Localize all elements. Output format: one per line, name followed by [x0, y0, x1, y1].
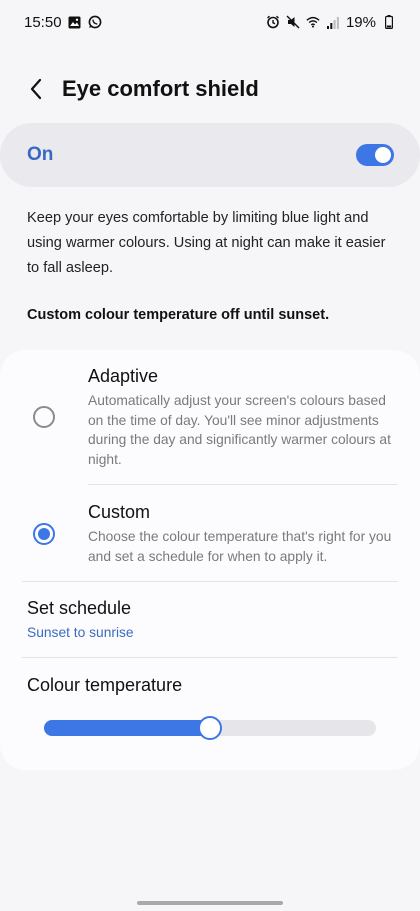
set-schedule-value: Sunset to sunrise: [27, 625, 134, 640]
set-schedule-row[interactable]: Set schedule Sunset to sunrise: [27, 598, 399, 640]
colour-temperature-row: Colour temperature: [27, 675, 399, 696]
home-indicator[interactable]: [137, 901, 283, 905]
status-right: 19%: [266, 14, 396, 31]
status-left: 15:50: [24, 14, 102, 31]
feature-description: Keep your eyes comfortable by limiting b…: [27, 210, 386, 276]
toggle-label: On: [27, 144, 54, 165]
wifi-icon: [306, 15, 320, 29]
custom-radio[interactable]: [33, 523, 55, 545]
slider-thumb[interactable]: [198, 716, 222, 740]
colour-temperature-title: Colour temperature: [27, 675, 183, 695]
divider: [22, 581, 398, 582]
divider: [22, 657, 398, 658]
eye-comfort-switch[interactable]: [356, 144, 394, 166]
status-time: 15:50: [24, 13, 62, 31]
page-title: Eye comfort shield: [62, 76, 259, 101]
adaptive-radio[interactable]: [33, 406, 55, 428]
battery-icon: [382, 15, 396, 29]
whatsapp-icon: [88, 15, 102, 29]
back-arrow-icon: [30, 78, 42, 100]
option-custom[interactable]: Custom Choose the colour temperature tha…: [0, 502, 420, 572]
mute-icon: [286, 15, 300, 29]
status-bar: 15:50 19%: [0, 0, 420, 44]
signal-icon: [326, 15, 340, 29]
option-description: Automatically adjust your screen's colou…: [88, 393, 391, 467]
option-adaptive-text: Adaptive Automatically adjust your scree…: [88, 366, 400, 469]
slider-fill: [44, 720, 210, 736]
option-custom-text: Custom Choose the colour temperature tha…: [88, 502, 400, 566]
option-adaptive[interactable]: Adaptive Automatically adjust your scree…: [0, 366, 420, 474]
switch-knob: [375, 147, 391, 163]
option-title: Adaptive: [88, 366, 159, 386]
set-schedule-title: Set schedule: [27, 598, 132, 618]
divider: [88, 484, 398, 485]
alarm-icon: [266, 15, 280, 29]
gallery-icon: [68, 15, 82, 29]
back-button[interactable]: [14, 67, 58, 111]
battery-percentage: 19%: [345, 13, 376, 31]
option-description: Choose the colour temperature that's rig…: [88, 529, 392, 564]
colour-temperature-slider[interactable]: [44, 716, 376, 740]
master-toggle-row[interactable]: On: [0, 123, 420, 187]
schedule-status-note: Custom colour temperature off until suns…: [27, 307, 330, 323]
app-header: Eye comfort shield: [0, 66, 420, 112]
option-title: Custom: [88, 502, 151, 522]
